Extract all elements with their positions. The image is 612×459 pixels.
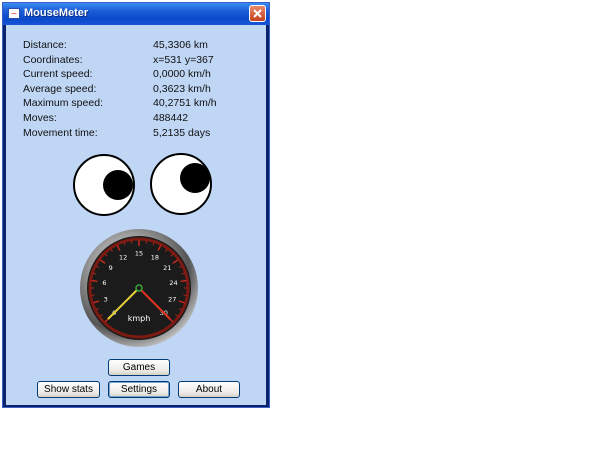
right-pupil [180, 163, 210, 193]
stat-label: Average speed: [23, 82, 97, 95]
close-x-icon [253, 9, 262, 18]
stat-label: Distance: [23, 39, 67, 51]
stat-value: 45,3306 km [153, 39, 208, 51]
games-button[interactable]: Games [108, 359, 170, 376]
speedometer-svg: 036912151821242730 kmph [80, 229, 198, 347]
gauge-tick [180, 279, 187, 283]
stat-label: Maximum speed: [23, 97, 103, 110]
stats-panel: Distance: 45,3306 km Coordinates: x=531 … [23, 39, 253, 141]
close-button[interactable] [249, 5, 266, 22]
window-title: MouseMeter [24, 7, 89, 19]
stat-label: Current speed: [23, 68, 93, 81]
stat-row-current-speed: Current speed: 0,0000 km/h [23, 68, 253, 83]
gauge-tick-label: 18 [151, 253, 159, 261]
stat-row-maximum-speed: Maximum speed: 40,2751 km/h [23, 97, 253, 112]
gauge-tick-label: 15 [135, 250, 143, 258]
stat-label: Moves: [23, 111, 57, 124]
title-bar[interactable]: ~ MouseMeter [3, 3, 269, 25]
stat-label: Movement time: [23, 126, 98, 139]
about-button[interactable]: About [178, 381, 240, 398]
needle-hub [135, 284, 143, 292]
stat-row-average-speed: Average speed: 0,3623 km/h [23, 83, 253, 98]
stat-value: 40,2751 km/h [153, 97, 217, 110]
gauge-tick-label: 21 [163, 264, 171, 272]
speedometer-gauge: 036912151821242730 kmph [79, 228, 199, 348]
mousemeter-window: ~ MouseMeter Distance: 45,3306 km Coordi… [2, 2, 270, 408]
stat-label: Coordinates: [23, 53, 83, 66]
client-area: Distance: 45,3306 km Coordinates: x=531 … [6, 25, 266, 405]
stat-value: 0,3623 km/h [153, 82, 211, 95]
gauge-tick-label: 9 [109, 264, 113, 272]
left-eye-icon [73, 154, 135, 216]
gauge-tick-label: 27 [168, 295, 176, 303]
settings-button[interactable]: Settings [108, 381, 170, 398]
gauge-tick-label: 12 [119, 253, 127, 261]
stat-row-distance: Distance: 45,3306 km [23, 39, 253, 54]
mousemeter-app-icon[interactable]: ~ [8, 8, 20, 19]
gauge-tick-label: 24 [169, 279, 177, 287]
gauge-tick [91, 279, 98, 283]
gauge-tick-label: 3 [104, 295, 108, 303]
gauge-tick-label: 6 [102, 279, 106, 287]
stat-row-coordinates: Coordinates: x=531 y=367 [23, 54, 253, 69]
stat-value: 488442 [153, 111, 189, 124]
stat-value: x=531 y=367 [153, 53, 214, 66]
left-pupil [103, 170, 133, 200]
stat-row-moves: Moves: 488442 [23, 112, 253, 127]
gauge-unit-label: kmph [128, 314, 151, 323]
show-stats-button[interactable]: Show stats [37, 381, 100, 398]
stat-value: 5,2135 days [153, 126, 211, 139]
stat-value: 0,0000 km/h [153, 68, 211, 81]
right-eye-icon [150, 153, 212, 215]
stat-row-movement-time: Movement time: 5,2135 days [23, 127, 253, 142]
